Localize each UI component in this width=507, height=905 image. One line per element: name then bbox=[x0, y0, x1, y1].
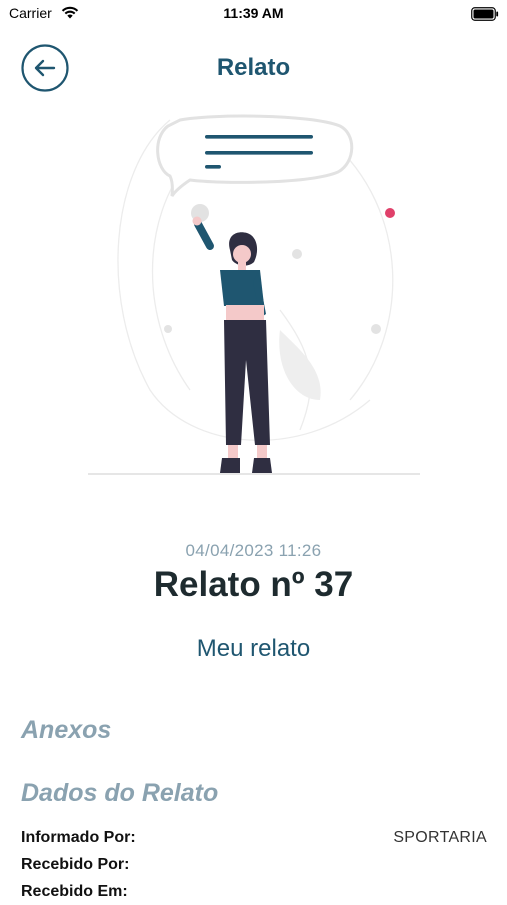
grey-dot bbox=[164, 325, 172, 333]
report-data-heading: Dados do Relato bbox=[21, 779, 219, 807]
my-report-link[interactable]: Meu relato bbox=[0, 635, 507, 663]
report-date: 04/04/2023 11:26 bbox=[185, 541, 322, 560]
grey-dot bbox=[292, 249, 302, 259]
detail-label: Informado Por: bbox=[21, 829, 136, 846]
detail-value: SPORTARIA bbox=[393, 829, 487, 846]
detail-row-informed-by: Informado Por: SPORTARIA bbox=[21, 829, 487, 851]
attachments-heading: Anexos bbox=[21, 716, 112, 744]
accent-dot bbox=[385, 208, 395, 218]
report-number: Relato nº 37 bbox=[153, 565, 354, 604]
detail-row-received-by: Recebido Por: bbox=[21, 856, 487, 878]
report-illustration bbox=[88, 114, 420, 475]
detail-label: Recebido Por: bbox=[21, 856, 130, 873]
battery-icon bbox=[471, 7, 499, 21]
person-figure bbox=[192, 216, 272, 473]
page-title: Relato bbox=[216, 54, 291, 81]
speech-bubble bbox=[156, 114, 354, 197]
status-time: 11:39 AM bbox=[223, 5, 284, 21]
status-bar: Carrier 11:39 AM bbox=[0, 0, 507, 30]
grey-dot bbox=[371, 324, 381, 334]
detail-label: Recebido Em: bbox=[21, 883, 128, 900]
detail-row-received-at: Recebido Em: bbox=[21, 883, 487, 905]
